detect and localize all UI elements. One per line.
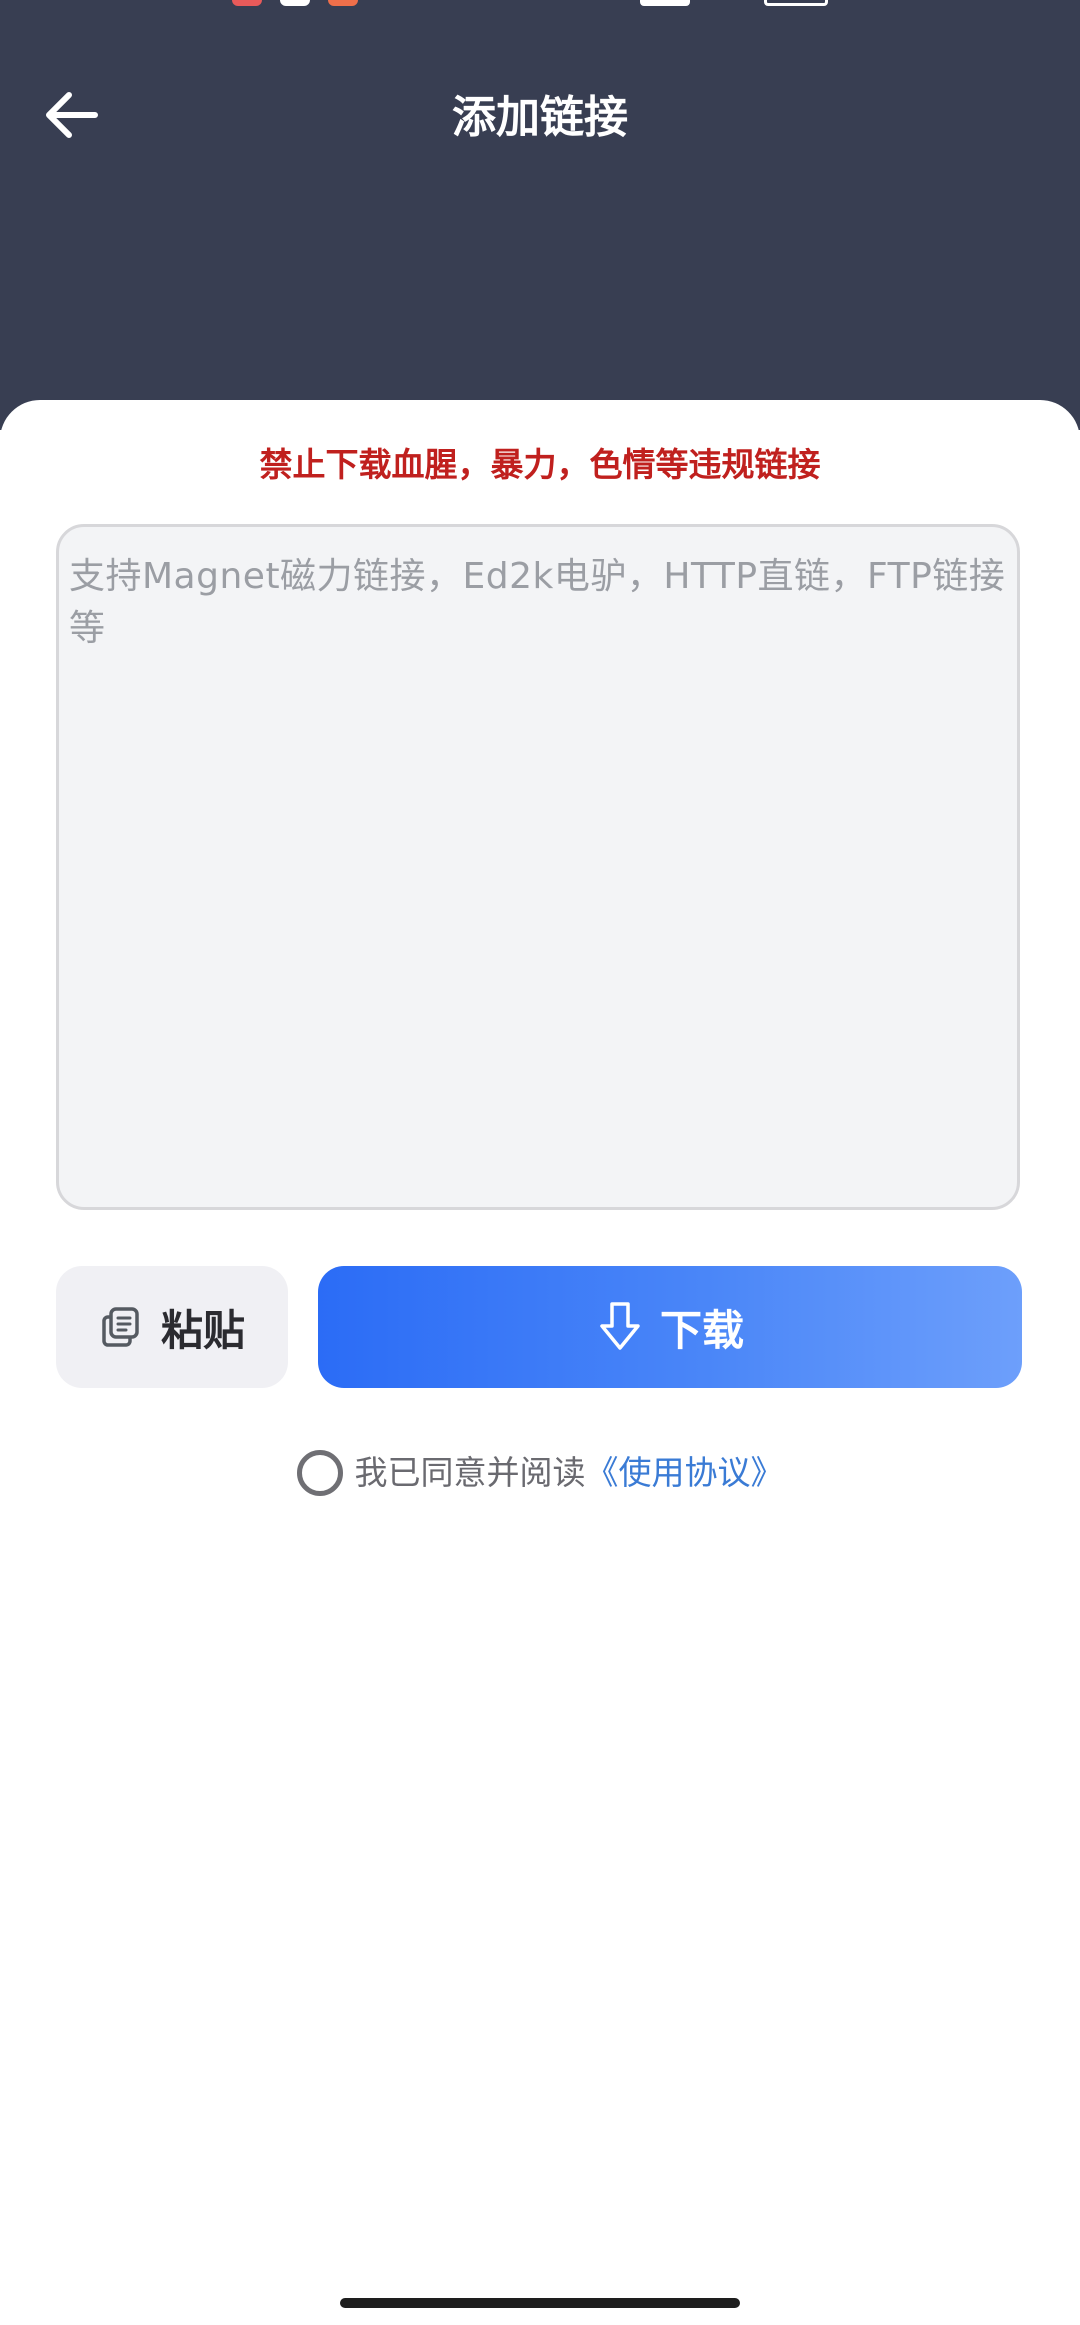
- status-notification-icon: [328, 0, 358, 6]
- link-input[interactable]: [56, 524, 1020, 1210]
- header: 添加链接: [0, 0, 1080, 430]
- status-bar: [0, 0, 1080, 18]
- home-indicator[interactable]: [340, 2298, 740, 2308]
- status-battery-icon: [764, 0, 828, 6]
- page-title: 添加链接: [452, 92, 628, 143]
- status-signal-icon: [640, 0, 690, 6]
- warning-text: 禁止下载血腥，暴力，色情等违规链接: [259, 445, 821, 484]
- paste-button[interactable]: 粘贴: [56, 1266, 288, 1388]
- status-notification-icon: [232, 0, 262, 6]
- copy-icon: [102, 1307, 139, 1347]
- main-card: 禁止下载血腥，暴力，色情等违规链接 粘贴 下载 我已同意并阅读 《使用协议》: [0, 400, 1080, 2325]
- download-button[interactable]: 下载: [318, 1266, 1022, 1388]
- status-notification-icon: [280, 0, 310, 6]
- agreement-text: 我已同意并阅读: [354, 1453, 586, 1492]
- agreement-radio[interactable]: [296, 1450, 343, 1496]
- terms-link[interactable]: 《使用协议》: [586, 1448, 784, 1498]
- agreement-row: 我已同意并阅读 《使用协议》: [0, 1448, 1080, 1498]
- screen: 添加链接 禁止下载血腥，暴力，色情等违规链接 粘贴 下载 我已同意并阅读 《使用…: [0, 0, 1080, 2325]
- download-button-label: 下载: [659, 1305, 744, 1355]
- arrow-down-icon: [600, 1302, 640, 1350]
- paste-button-label: 粘贴: [160, 1305, 245, 1355]
